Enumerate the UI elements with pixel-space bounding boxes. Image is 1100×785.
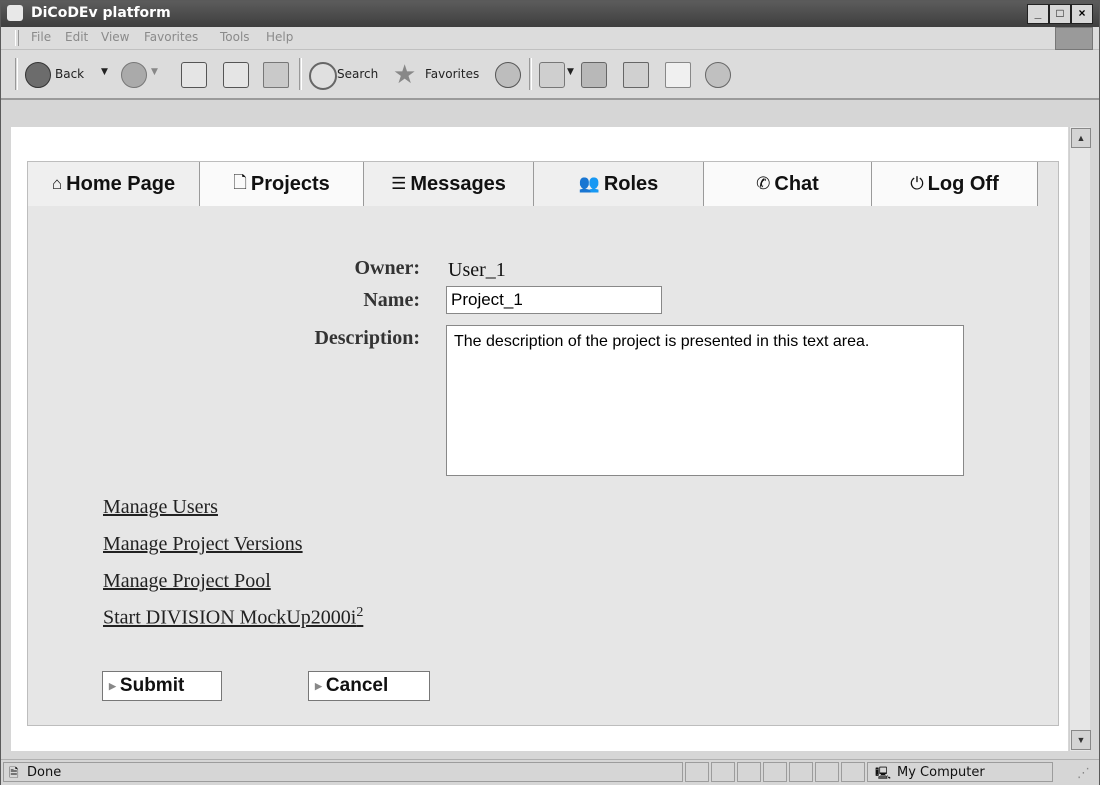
footnote-marker: 2: [356, 605, 364, 620]
window-title: DiCoDEv platform: [31, 5, 171, 21]
menu-help[interactable]: Help: [266, 30, 293, 44]
status-cell: [685, 762, 709, 782]
tab-label: Chat: [774, 172, 819, 195]
discuss-icon[interactable]: [665, 62, 691, 88]
power-icon: ⏻: [910, 174, 924, 193]
edit-icon[interactable]: [623, 62, 649, 88]
zone-text: My Computer: [897, 765, 985, 780]
status-cell: [763, 762, 787, 782]
tab-projects[interactable]: 🗋 Projects: [200, 162, 364, 206]
status-text: Done: [27, 765, 62, 780]
people-icon: 👥: [578, 174, 600, 193]
tab-roles[interactable]: 👥 Roles: [534, 162, 704, 206]
page-content: ⌂ Home Page 🗋 Projects ☰ Messages 👥 Role…: [11, 127, 1068, 751]
browser-window: DiCoDEv platform _ □ × File Edit View Fa…: [0, 0, 1100, 785]
owner-label: Owner:: [354, 257, 420, 279]
submit-label: Submit: [119, 675, 185, 696]
windows-logo-icon: [1055, 27, 1093, 50]
search-icon[interactable]: [309, 62, 337, 90]
manage-project-pool-link[interactable]: Manage Project Pool: [103, 570, 271, 593]
status-cell: [815, 762, 839, 782]
menu-file[interactable]: File: [31, 30, 51, 44]
mail-dropdown-icon[interactable]: ▼: [567, 67, 574, 77]
forward-arrow-icon[interactable]: [121, 62, 147, 88]
tab-label: Log Off: [927, 172, 999, 195]
name-field[interactable]: [446, 286, 662, 314]
menu-view[interactable]: View: [101, 30, 129, 44]
close-button[interactable]: ×: [1071, 4, 1093, 24]
toolbar-separator: [529, 58, 532, 90]
tab-messages[interactable]: ☰ Messages: [364, 162, 534, 206]
minimize-button[interactable]: _: [1027, 4, 1049, 24]
resize-grip-icon[interactable]: ⋰: [1077, 766, 1090, 781]
project-panel: ⌂ Home Page 🗋 Projects ☰ Messages 👥 Role…: [27, 161, 1059, 726]
description-label: Description:: [314, 327, 420, 349]
status-main-cell: [3, 762, 683, 782]
manage-project-versions-link[interactable]: Manage Project Versions: [103, 533, 303, 556]
home-toolbar-icon[interactable]: [263, 62, 289, 88]
forward-dropdown-icon[interactable]: ▼: [151, 67, 158, 77]
status-cell: [789, 762, 813, 782]
owner-value: User_1: [448, 259, 506, 281]
scroll-down-icon[interactable]: ▼: [1071, 730, 1091, 750]
ie-icon: [7, 5, 23, 21]
back-arrow-icon[interactable]: [25, 62, 51, 88]
back-button-label[interactable]: Back: [55, 67, 84, 81]
page-icon: 🗎: [9, 766, 19, 780]
manage-users-link[interactable]: Manage Users: [103, 496, 218, 519]
submit-button[interactable]: ▶ Submit: [102, 671, 222, 701]
triangle-icon: ▶: [315, 680, 322, 691]
history-icon[interactable]: [495, 62, 521, 88]
title-bar: DiCoDEv platform _ □ ×: [1, 1, 1099, 27]
tab-label: Projects: [250, 172, 330, 195]
start-division-link[interactable]: Start DIVISION MockUp2000i2: [103, 605, 363, 630]
status-bar: 🗎 Done 🖳 My Computer ⋰: [1, 759, 1099, 785]
menu-favorites[interactable]: Favorites: [144, 30, 198, 44]
menubar-grip: [15, 30, 19, 46]
stop-icon[interactable]: [181, 62, 207, 88]
toolbar: Back ▼ ▼ Search ★ Favorites ▼: [1, 50, 1099, 100]
maximize-button[interactable]: □: [1049, 4, 1071, 24]
status-cell: [841, 762, 865, 782]
menu-edit[interactable]: Edit: [65, 30, 88, 44]
triangle-icon: ▶: [109, 680, 116, 691]
search-button-label[interactable]: Search: [337, 67, 378, 81]
nav-tabs: ⌂ Home Page 🗋 Projects ☰ Messages 👥 Role…: [28, 162, 1058, 206]
document-icon: 🗋: [233, 172, 247, 192]
chat-icon: ✆: [756, 174, 771, 193]
tab-log-off[interactable]: ⏻ Log Off: [872, 162, 1038, 206]
toolbar-grip: [15, 58, 18, 90]
messenger-icon[interactable]: [705, 62, 731, 88]
description-field[interactable]: The description of the project is presen…: [446, 325, 964, 476]
tab-label: Home Page: [66, 172, 176, 195]
status-cell: [737, 762, 761, 782]
computer-icon: 🖳: [875, 766, 892, 780]
menu-tools[interactable]: Tools: [220, 30, 250, 44]
home-icon: ⌂: [51, 174, 63, 193]
vertical-scrollbar[interactable]: ▲ ▼: [1069, 127, 1091, 751]
tab-label: Roles: [603, 172, 659, 195]
tab-home-page[interactable]: ⌂ Home Page: [28, 162, 200, 206]
menu-bar: File Edit View Favorites Tools Help: [1, 27, 1099, 50]
print-icon[interactable]: [581, 62, 607, 88]
favorites-star-icon[interactable]: ★: [393, 60, 416, 90]
toolbar-separator: [299, 58, 302, 90]
favorites-button-label[interactable]: Favorites: [425, 67, 479, 81]
tab-chat[interactable]: ✆ Chat: [704, 162, 872, 206]
cancel-button[interactable]: ▶ Cancel: [308, 671, 430, 701]
refresh-icon[interactable]: [223, 62, 249, 88]
name-label: Name:: [363, 289, 420, 311]
status-cell: [711, 762, 735, 782]
message-icon: ☰: [391, 174, 407, 193]
scroll-up-icon[interactable]: ▲: [1071, 128, 1091, 148]
start-division-label: Start DIVISION MockUp2000i: [103, 606, 357, 629]
tab-label: Messages: [410, 172, 506, 195]
mail-icon[interactable]: [539, 62, 565, 88]
cancel-label: Cancel: [325, 675, 389, 696]
back-dropdown-icon[interactable]: ▼: [101, 67, 108, 77]
